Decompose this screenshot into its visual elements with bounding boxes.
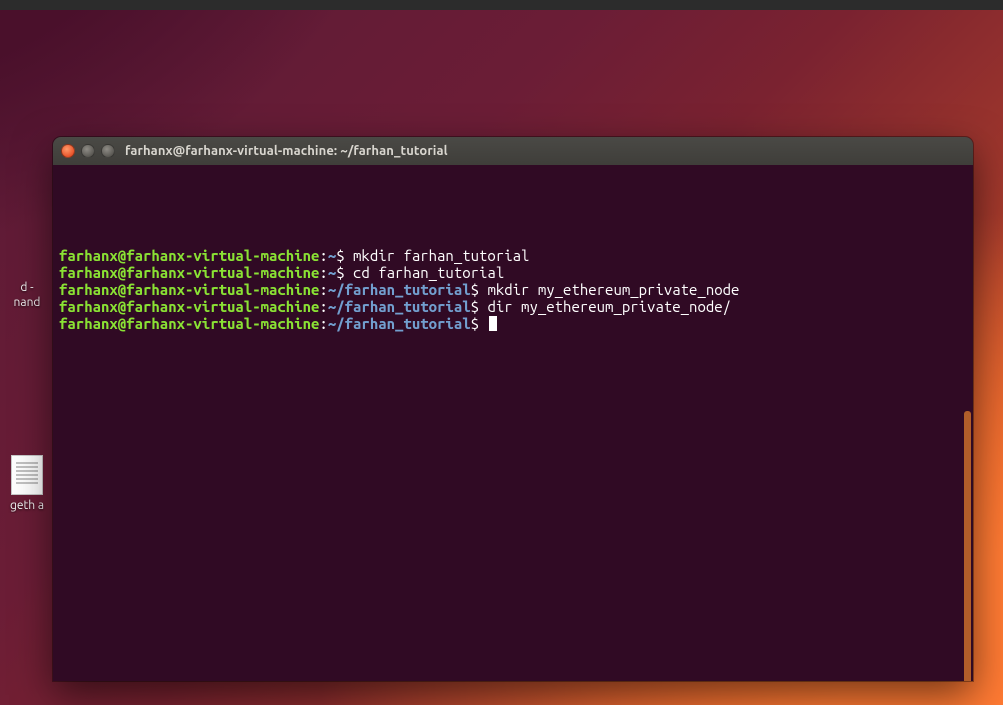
prompt-dollar: $ [471, 315, 488, 332]
prompt-dollar: $ [336, 264, 353, 281]
prompt-user-host: farhanx@farhanx-virtual-machine [59, 264, 319, 281]
terminal-body[interactable]: farhanx@farhanx-virtual-machine:~$ mkdir… [53, 165, 973, 681]
window-maximize-button[interactable] [101, 144, 115, 158]
prompt-dollar: $ [471, 298, 488, 315]
prompt-user-host: farhanx@farhanx-virtual-machine [59, 298, 319, 315]
prompt-colon: : [319, 264, 327, 281]
terminal-line: farhanx@farhanx-virtual-machine:~/farhan… [59, 298, 957, 315]
window-title: farhanx@farhanx-virtual-machine: ~/farha… [125, 144, 448, 158]
prompt-user-host: farhanx@farhanx-virtual-machine [59, 247, 319, 264]
prompt-user-host: farhanx@farhanx-virtual-machine [59, 315, 319, 332]
prompt-colon: : [319, 315, 327, 332]
prompt-cwd: ~ [328, 264, 336, 281]
terminal-line: farhanx@farhanx-virtual-machine:~$ cd fa… [59, 264, 957, 281]
terminal-window[interactable]: farhanx@farhanx-virtual-machine: ~/farha… [53, 137, 973, 681]
prompt-colon: : [319, 281, 327, 298]
scrollbar-thumb[interactable] [964, 411, 971, 681]
top-panel [0, 0, 1003, 10]
terminal-command: mkdir farhan_tutorial [353, 247, 529, 264]
window-minimize-button[interactable] [81, 144, 95, 158]
prompt-cwd: ~/farhan_tutorial [328, 298, 471, 315]
prompt-colon: : [319, 247, 327, 264]
desktop-file-icon[interactable]: geth a [0, 454, 54, 513]
desktop[interactable]: d - nand geth a farhanx@farhanx-virtual-… [0, 10, 1003, 705]
desktop-file-label: d - nand [0, 280, 54, 310]
prompt-dollar: $ [471, 281, 488, 298]
terminal-line: farhanx@farhanx-virtual-machine:~/farhan… [59, 281, 957, 298]
window-close-button[interactable] [61, 144, 75, 158]
window-titlebar[interactable]: farhanx@farhanx-virtual-machine: ~/farha… [53, 137, 973, 165]
terminal-command: mkdir my_ethereum_private_node [487, 281, 739, 298]
terminal-cursor [489, 316, 497, 331]
prompt-cwd: ~/farhan_tutorial [328, 315, 471, 332]
terminal-command: dir my_ethereum_private_node/ [487, 298, 731, 315]
desktop-file-icon[interactable]: d - nand [0, 278, 54, 310]
prompt-dollar: $ [336, 247, 353, 264]
desktop-file-label: geth a [0, 498, 54, 513]
terminal-line: farhanx@farhanx-virtual-machine:~$ mkdir… [59, 247, 957, 264]
prompt-cwd: ~/farhan_tutorial [328, 281, 471, 298]
terminal-line: farhanx@farhanx-virtual-machine:~/farhan… [59, 315, 957, 332]
prompt-cwd: ~ [328, 247, 336, 264]
terminal-command: cd farhan_tutorial [353, 264, 504, 281]
prompt-user-host: farhanx@farhanx-virtual-machine [59, 281, 319, 298]
prompt-colon: : [319, 298, 327, 315]
document-icon [0, 454, 54, 496]
